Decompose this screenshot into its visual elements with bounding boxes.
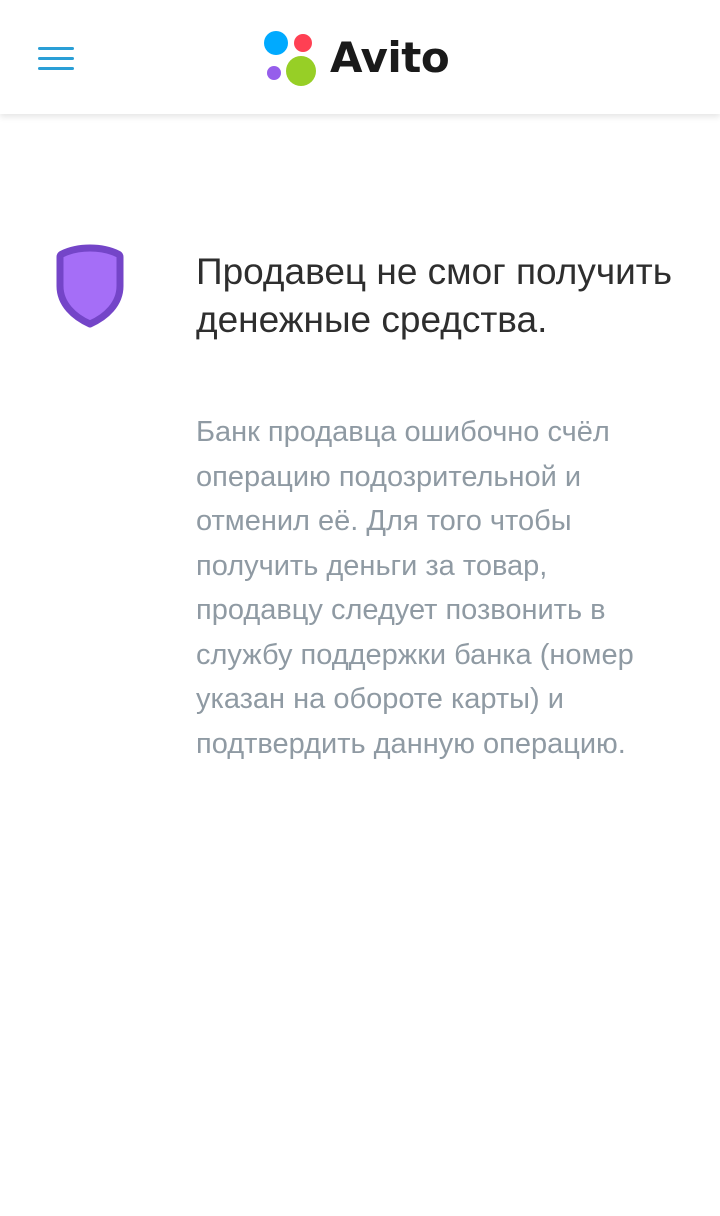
avito-logo[interactable]: Avito [262,28,450,88]
menu-button[interactable] [30,36,82,80]
logo-dot-green [286,56,316,86]
logo-text: Avito [330,33,450,82]
shield-icon [56,244,124,328]
menu-icon-bar-bottom [38,67,74,70]
logo-dot-blue [264,31,288,55]
main-content: Продавец не смог получить денежные средс… [0,114,720,1216]
menu-icon-bar-top [38,47,74,50]
logo-dot-red [294,34,312,52]
menu-icon-bar-middle [38,57,74,60]
top-app-bar: Avito [0,0,720,114]
description-text: Банк продавца ошибочно счёл операцию под… [196,416,634,760]
logo-dot-purple [267,66,281,80]
page-title: Продавец не смог получить денежные средс… [196,251,673,340]
avito-dots-logo-icon [264,31,316,86]
